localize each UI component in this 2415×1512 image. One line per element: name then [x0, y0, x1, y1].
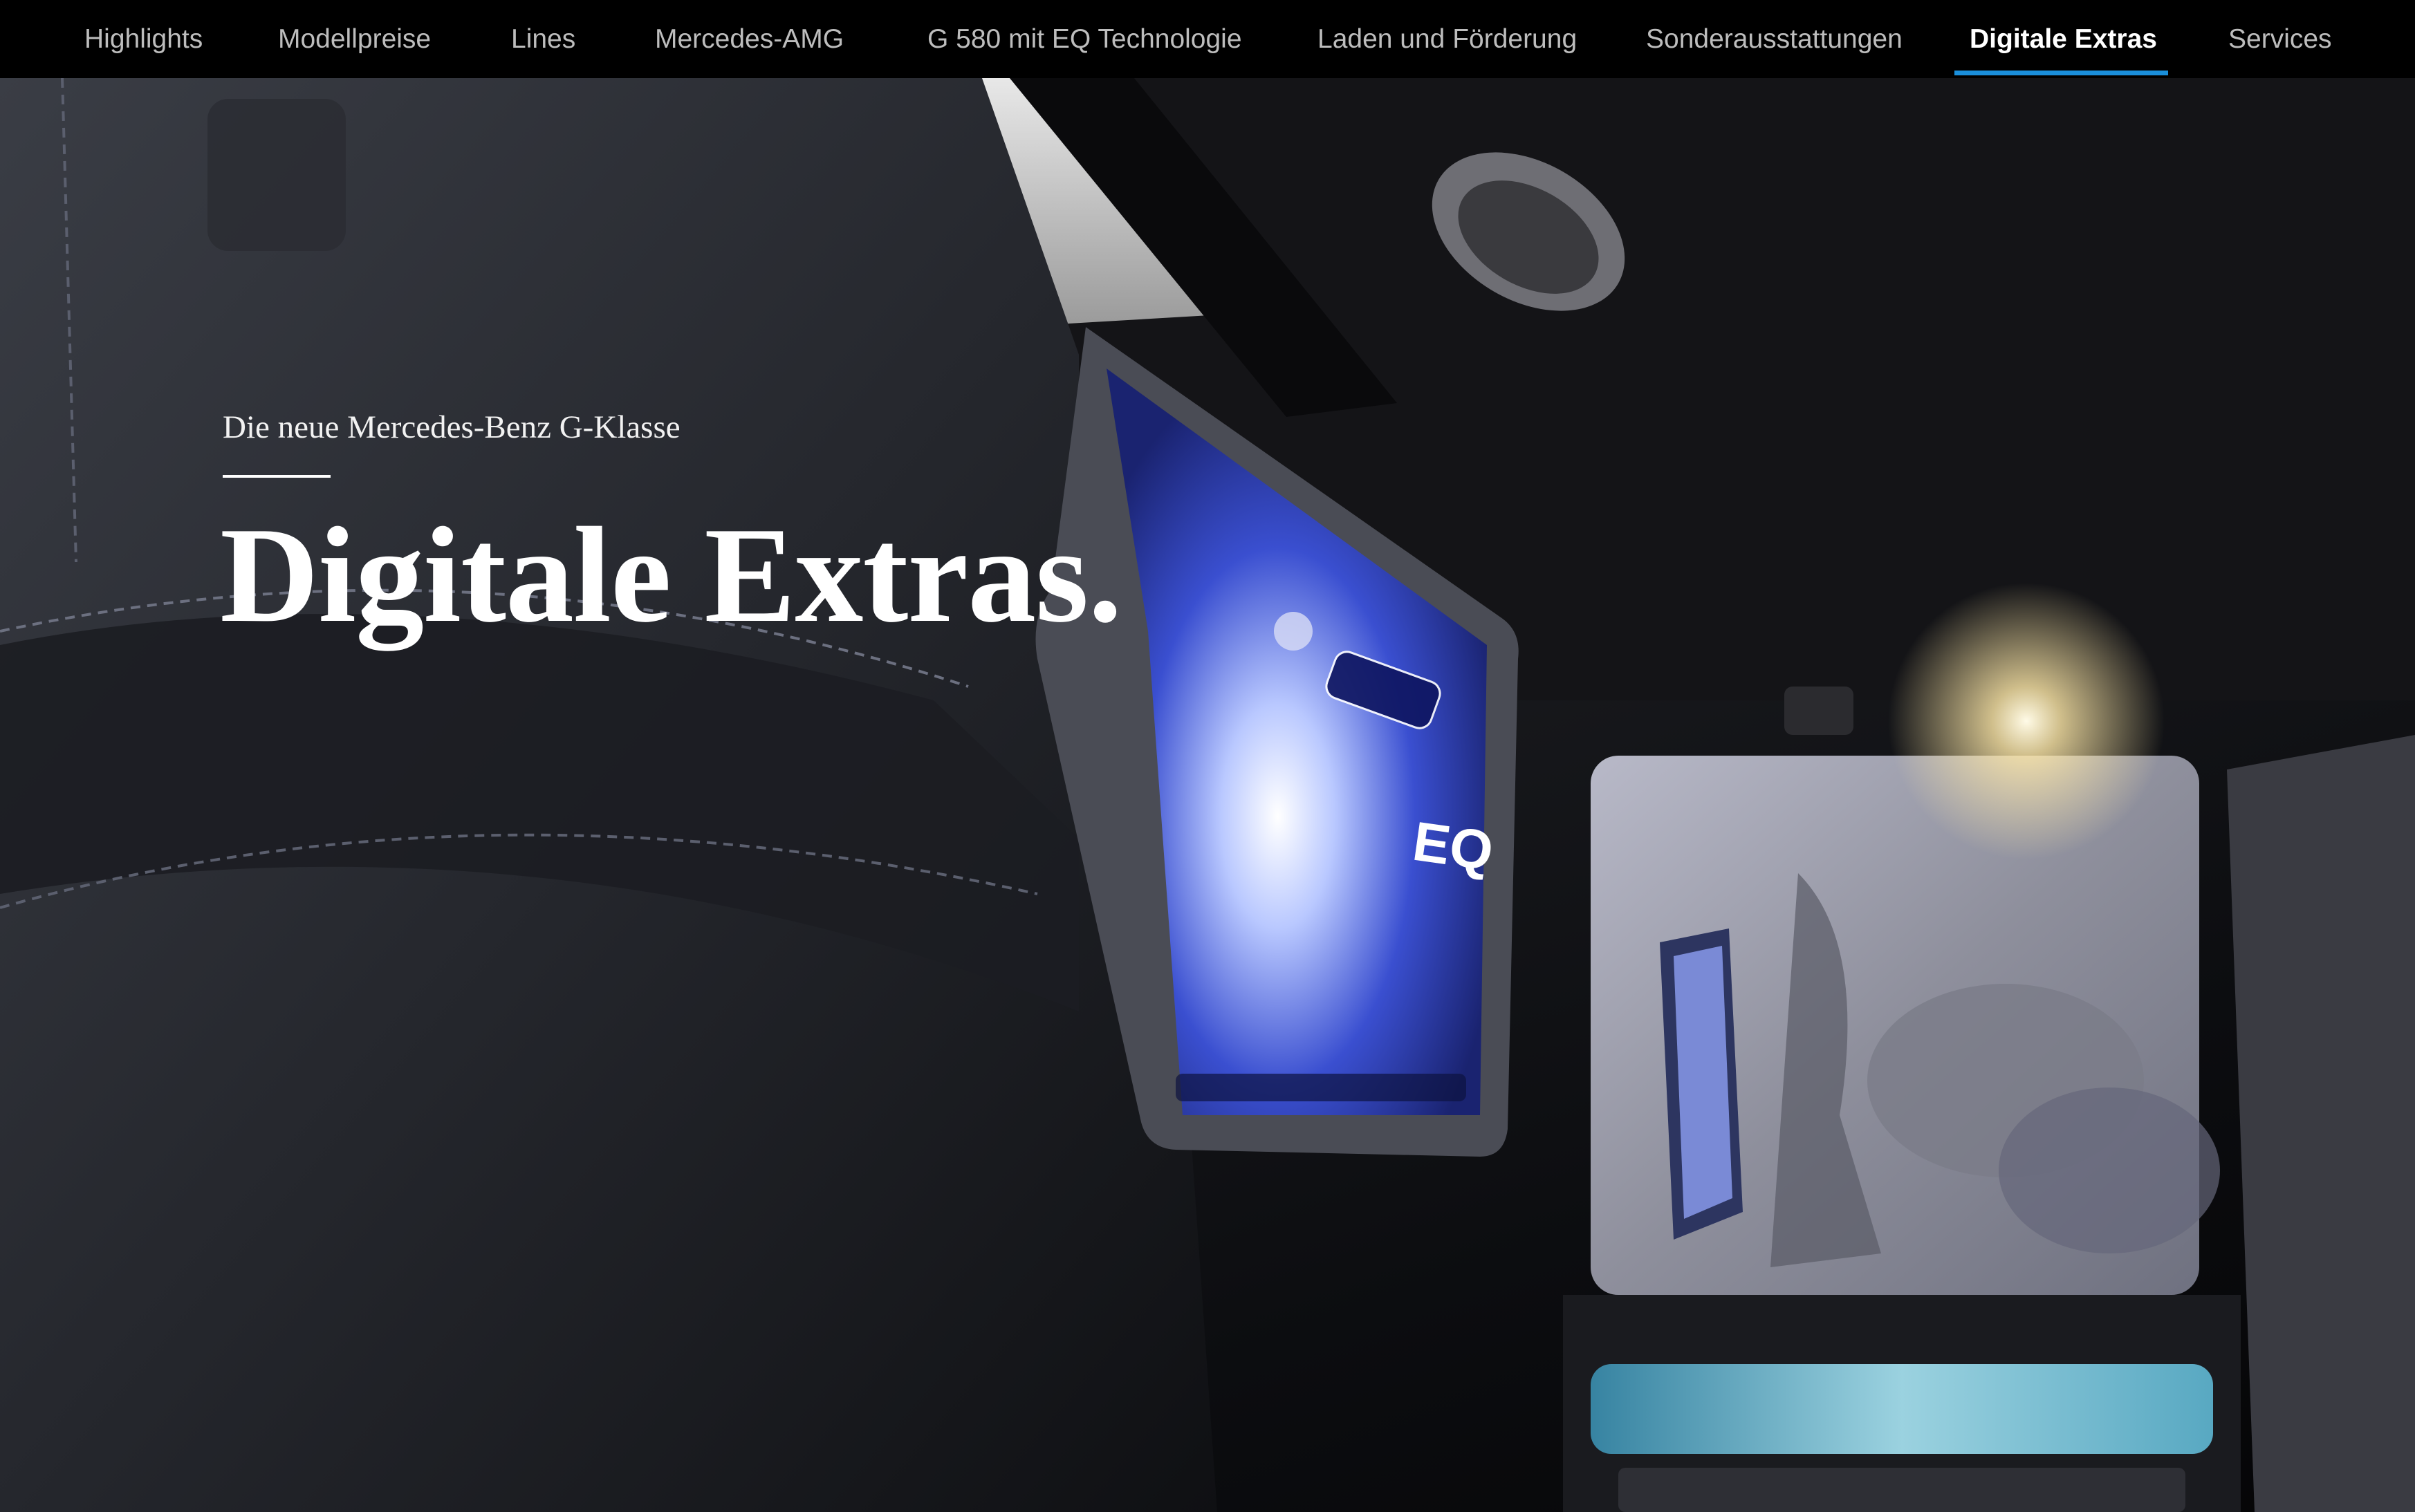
nav-item-lines[interactable]: Lines	[511, 0, 575, 78]
nav-item-digitale-extras[interactable]: Digitale Extras	[1970, 0, 2157, 78]
active-tab-indicator	[1954, 71, 2168, 75]
nav-item-modellpreise[interactable]: Modellpreise	[278, 0, 431, 78]
ambient-door-light	[1591, 1364, 2213, 1454]
nav-item-services[interactable]: Services	[2228, 0, 2332, 78]
nav-item-mercedes-amg[interactable]: Mercedes-AMG	[655, 0, 844, 78]
nav-item-highlights[interactable]: Highlights	[84, 0, 203, 78]
nav-item-g580-eq[interactable]: G 580 mit EQ Technologie	[927, 0, 1242, 78]
nav-item-sonderausstattungen[interactable]: Sonderausstattungen	[1646, 0, 1903, 78]
hero-image: EQ	[0, 78, 2415, 1512]
eyebrow-divider	[223, 475, 331, 478]
top-navigation: Highlights Modellpreise Lines Mercedes-A…	[0, 0, 2415, 78]
hero-eyebrow: Die neue Mercedes-Benz G-Klasse	[223, 409, 681, 445]
screen-badge: EQ	[1409, 810, 1497, 882]
nav-item-laden-foerderung[interactable]: Laden und Förderung	[1317, 0, 1577, 78]
interior-light	[1888, 583, 2165, 859]
hero-section: EQ Die neue Mercedes-Benz G-Klasse Digit…	[0, 78, 2415, 1512]
hero-headline: Digitale Extras.	[220, 499, 1122, 651]
